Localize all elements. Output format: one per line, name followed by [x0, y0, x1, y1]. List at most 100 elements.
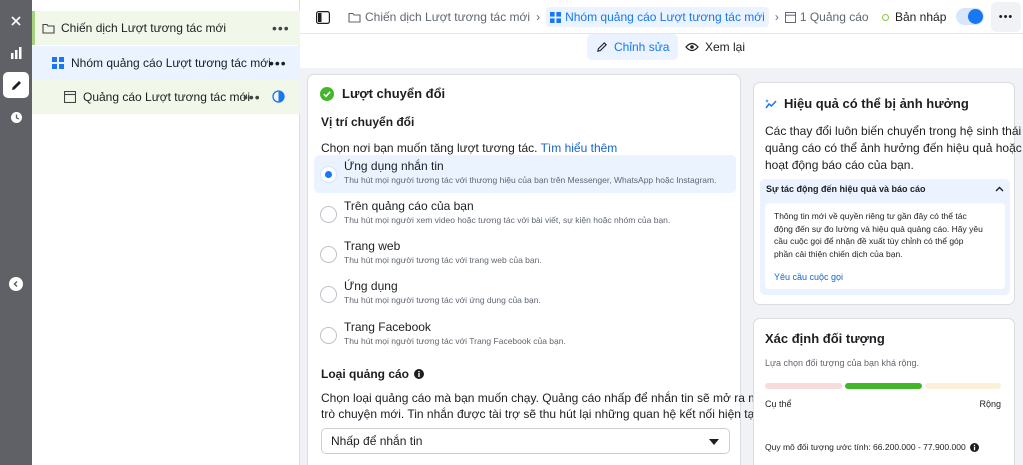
ad-type-heading: Loại quảng cáo — [321, 367, 425, 381]
tree-item-adset[interactable]: Nhóm quảng cáo Lượt tương tác mới ••• — [32, 46, 300, 80]
pencil-icon — [11, 80, 21, 90]
option-facebook-page[interactable]: Trang Facebook Thu hút mọi người tương t… — [314, 316, 736, 354]
tree-item-label: Quảng cáo Lượt tương tác mới — [83, 90, 251, 104]
option-website[interactable]: Trang web Thu hút mọi người tương tác vớ… — [314, 235, 736, 273]
meter-segment-defined — [845, 383, 922, 389]
section-title: Sự tác động đến hiệu quả và báo cáo — [766, 184, 926, 194]
option-description: Thu hút mọi người tương tác với trang we… — [344, 255, 542, 265]
detail-line: cầu cuộc gọi để nhận đề xuất tùy chỉnh c… — [774, 236, 964, 246]
collapse-button[interactable] — [9, 277, 23, 291]
meter-segment-broad — [925, 383, 1001, 389]
eye-icon — [685, 42, 699, 52]
check-circle-icon — [320, 86, 334, 101]
meter-segment-specific — [765, 383, 842, 389]
info-icon[interactable] — [414, 369, 425, 379]
panel-toggle-icon — [316, 10, 330, 24]
breadcrumb-bar: Chiến dịch Lượt tương tác mới › Nhóm quả… — [300, 0, 1023, 34]
learn-more-link[interactable]: Tìm hiểu thêm — [541, 141, 618, 155]
body-line: quảng cáo có thể ảnh hưởng đến hiệu quả … — [765, 141, 1022, 155]
conversion-card: Lượt chuyển đổi Vị trí chuyển đổi Chọn n… — [307, 74, 797, 465]
prompt-text: Chọn nơi bạn muốn tăng lượt tương tác. — [321, 141, 538, 155]
breadcrumb: Chiến dịch Lượt tương tác mới › Nhóm quả… — [348, 7, 869, 27]
audience-subtitle: Lựa chọn đối tượng của bạn khá rộng. — [765, 358, 920, 368]
request-call-link[interactable]: Yêu cầu cuộc gọi — [774, 272, 843, 282]
status-label: Bản nháp — [895, 10, 947, 24]
impact-section: Sự tác động đến hiệu quả và báo cáo Thôn… — [760, 179, 1010, 295]
edit-mode-button[interactable] — [3, 72, 29, 98]
option-title: Trang web — [344, 239, 401, 253]
ad-icon — [64, 91, 76, 103]
section-title: Lượt chuyển đổi — [342, 86, 446, 101]
more-icon[interactable]: ••• — [269, 55, 287, 71]
reports-button[interactable] — [3, 40, 29, 66]
history-button[interactable] — [3, 104, 29, 130]
detail-line: Thông tin mới về quyền riêng tư gần đây … — [774, 211, 967, 221]
option-description: Thu hút mọi người xem video hoặc tương t… — [344, 215, 671, 225]
tree-item-campaign[interactable]: Chiến dịch Lượt tương tác mới ••• — [32, 11, 300, 45]
performance-card: Hiệu quả có thể bị ảnh hưởng Các thay đổ… — [753, 82, 1022, 305]
trend-sparkle-icon — [765, 98, 777, 108]
radio-button[interactable] — [320, 166, 337, 183]
tree-item-label: Chiến dịch Lượt tương tác mới — [61, 21, 227, 35]
detail-line: động đến sự đo lường và hiệu quả quảng c… — [774, 223, 983, 234]
folder-icon — [348, 12, 361, 23]
left-rail — [0, 0, 32, 465]
grid-icon — [52, 57, 64, 69]
radio-button[interactable] — [320, 206, 337, 223]
option-messaging-apps[interactable]: Ứng dụng nhắn tin Thu hút mọi người tươn… — [314, 155, 736, 193]
more-icon[interactable]: ••• — [243, 89, 261, 105]
breadcrumb-label: 1 Quảng cáo — [799, 10, 869, 24]
breadcrumb-label: Chiến dịch Lượt tương tác mới — [365, 10, 531, 24]
chevron-right-icon: › — [774, 10, 779, 24]
radio-button[interactable] — [320, 327, 337, 344]
breadcrumb-campaign[interactable]: Chiến dịch Lượt tương tác mới — [348, 10, 530, 24]
impact-section-header[interactable]: Sự tác động đến hiệu quả và báo cáo — [760, 179, 1010, 199]
mode-tabs: Chỉnh sửa Xem lại — [300, 34, 1023, 68]
option-title: Trang Facebook — [344, 320, 431, 334]
pencil-icon — [597, 42, 607, 52]
card-title: Hiệu quả có thể bị ảnh hưởng — [784, 96, 969, 111]
close-icon — [11, 16, 21, 26]
publish-toggle[interactable] — [956, 8, 984, 25]
card-title: Xác định đối tượng — [765, 331, 885, 346]
option-title: Ứng dụng nhắn tin — [344, 159, 444, 173]
close-button[interactable] — [3, 8, 29, 34]
option-title: Ứng dụng — [344, 279, 398, 293]
radio-button[interactable] — [320, 246, 337, 263]
ad-icon — [784, 11, 796, 23]
clock-icon — [10, 111, 22, 123]
sidebar-toggle-button[interactable] — [314, 8, 332, 26]
breadcrumb-adset[interactable]: Nhóm quảng cáo Lượt tương tác mới — [546, 7, 769, 27]
radio-button[interactable] — [320, 286, 337, 303]
option-app[interactable]: Ứng dụng Thu hút mọi người tương tác với… — [314, 275, 736, 313]
option-description: Thu hút mọi người tương tác với ứng dụng… — [344, 295, 541, 305]
meter-right-label: Rộng — [979, 399, 1001, 409]
audience-meter — [765, 383, 1001, 389]
more-icon[interactable]: ••• — [272, 20, 290, 36]
tab-review[interactable]: Xem lại — [676, 34, 754, 60]
ad-type-select[interactable]: Nhấp để nhắn tin — [321, 428, 730, 454]
option-description: Thu hút mọi người tương tác với Trang Fa… — [344, 336, 566, 346]
audience-card: Xác định đối tượng Lựa chọn đối tượng củ… — [753, 318, 1015, 465]
option-on-your-ad[interactable]: Trên quảng cáo của bạn Thu hút mọi người… — [314, 195, 736, 233]
heading-text: Loại quảng cáo — [321, 367, 410, 381]
breadcrumb-label: Nhóm quảng cáo Lượt tương tác mới — [565, 10, 765, 24]
detail-text: Thông tin mới về quyền riêng tư gần đây … — [774, 210, 983, 260]
card-header: Hiệu quả có thể bị ảnh hưởng — [765, 96, 969, 111]
tree-item-label: Nhóm quảng cáo Lượt tương tác mới — [71, 56, 271, 70]
body-line: Các thay đổi luôn biến chuyển trong hệ s… — [765, 124, 1022, 138]
breadcrumb-ad[interactable]: 1 Quảng cáo — [784, 10, 869, 24]
caret-down-icon — [709, 439, 719, 445]
section-header: Lượt chuyển đổi — [320, 86, 445, 101]
ad-type-description-line1: Chọn loại quảng cáo mà bạn muốn chạy. Qu… — [321, 391, 797, 405]
draft-status: Bản nháp — [882, 10, 946, 24]
grid-icon — [550, 11, 562, 23]
tree-item-ad[interactable]: Quảng cáo Lượt tương tác mới ••• — [32, 80, 300, 114]
location-heading: Vị trí chuyển đổi — [321, 115, 415, 129]
campaign-tree: Chiến dịch Lượt tương tác mới ••• Nhóm q… — [32, 0, 300, 465]
detail-line: phần cải thiện chiến dịch của bạn. — [774, 248, 903, 259]
more-button[interactable]: ••• — [991, 2, 1021, 32]
status-dot — [882, 13, 889, 21]
info-icon[interactable] — [969, 442, 979, 452]
tab-edit[interactable]: Chỉnh sửa — [587, 34, 679, 60]
